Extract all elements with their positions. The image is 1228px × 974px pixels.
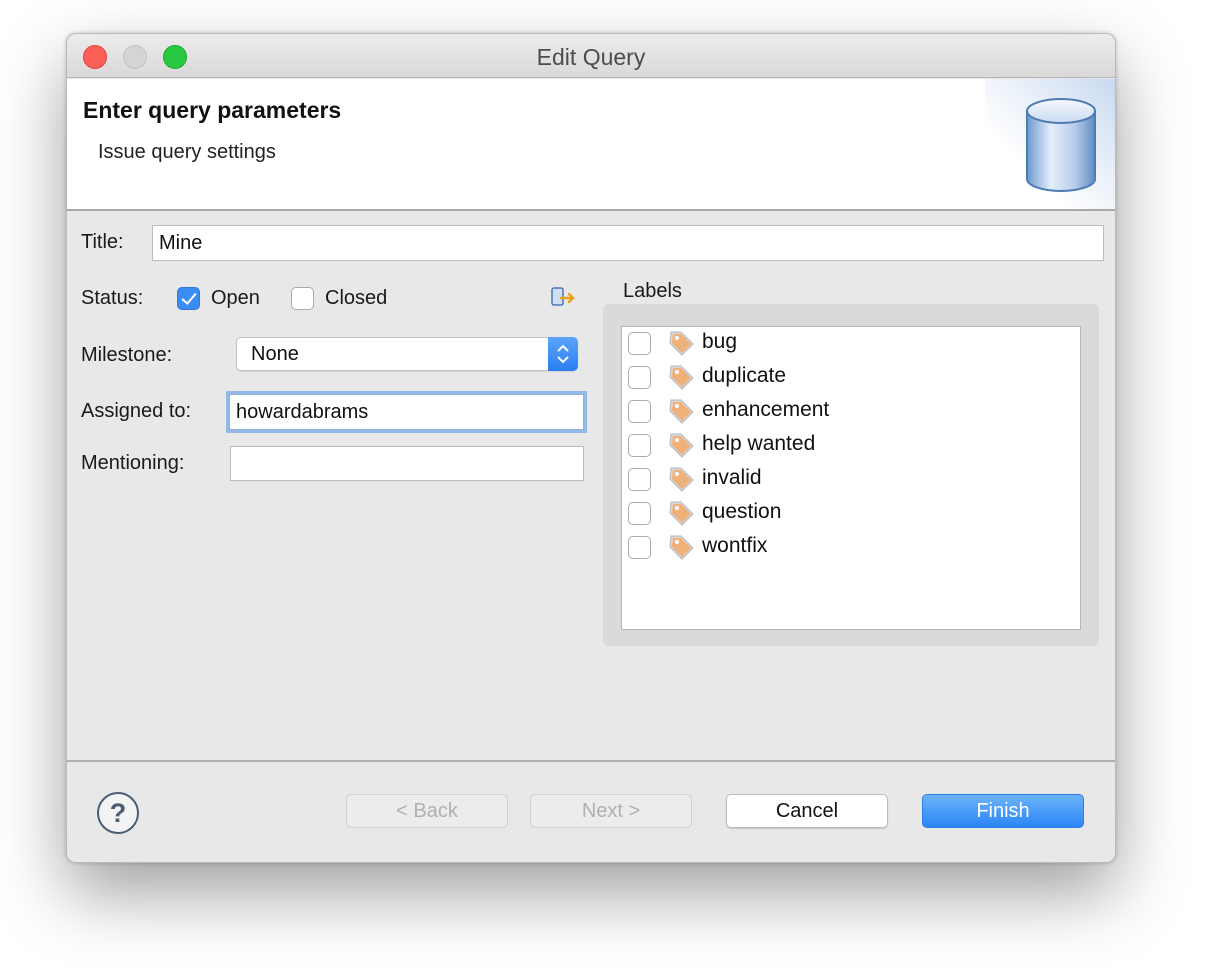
status-open-checkbox[interactable]	[177, 287, 200, 310]
labels-group: bug duplicate enhancement help wanted invali…	[603, 304, 1099, 646]
clear-fields-icon[interactable]	[549, 286, 577, 310]
list-item[interactable]: invalid	[622, 463, 1080, 497]
tag-icon	[669, 331, 694, 356]
dialog-footer: ? < Back Next > Cancel Finish	[67, 760, 1115, 862]
tag-icon	[669, 399, 694, 424]
label-name: invalid	[702, 466, 762, 489]
title-field[interactable]: Mine	[152, 225, 1104, 261]
tag-icon	[669, 365, 694, 390]
status-open-label: Open	[211, 287, 260, 309]
list-item[interactable]: enhancement	[622, 395, 1080, 429]
list-item[interactable]: help wanted	[622, 429, 1080, 463]
wizard-banner: Enter query parameters Issue query setti…	[67, 79, 1115, 211]
label-name: help wanted	[702, 432, 816, 455]
tag-icon	[669, 501, 694, 526]
labels-heading: Labels	[623, 280, 682, 302]
assigned-to-field[interactable]: howardabrams	[229, 394, 584, 430]
mentioning-field[interactable]	[230, 446, 584, 481]
status-label: Status:	[81, 287, 144, 309]
title-label: Title:	[81, 231, 124, 253]
label-checkbox[interactable]	[628, 536, 651, 559]
cancel-button[interactable]: Cancel	[726, 794, 888, 828]
assigned-to-label: Assigned to:	[81, 400, 192, 422]
status-closed-label: Closed	[325, 287, 388, 309]
label-checkbox[interactable]	[628, 332, 651, 355]
banner-art	[985, 79, 1115, 209]
select-arrows-icon	[548, 337, 578, 371]
title-bar[interactable]: Edit Query	[67, 34, 1115, 78]
tag-icon	[669, 433, 694, 458]
finish-button[interactable]: Finish	[922, 794, 1084, 828]
label-checkbox[interactable]	[628, 502, 651, 525]
milestone-value: None	[251, 343, 299, 365]
label-checkbox[interactable]	[628, 366, 651, 389]
list-item[interactable]: duplicate	[622, 361, 1080, 395]
list-item[interactable]: question	[622, 497, 1080, 531]
list-item[interactable]: bug	[622, 327, 1080, 361]
status-closed-checkbox[interactable]	[291, 287, 314, 310]
label-checkbox[interactable]	[628, 434, 651, 457]
label-checkbox[interactable]	[628, 400, 651, 423]
label-name: bug	[702, 330, 738, 353]
tag-icon	[669, 467, 694, 492]
database-icon	[1026, 98, 1096, 192]
label-name: duplicate	[702, 364, 787, 387]
milestone-select[interactable]: None	[236, 337, 578, 371]
next-button: Next >	[530, 794, 692, 828]
label-checkbox[interactable]	[628, 468, 651, 491]
edit-query-dialog: Edit Query Enter query parameters Issue …	[66, 33, 1116, 863]
help-button[interactable]: ?	[97, 792, 139, 834]
banner-subheading: Issue query settings	[98, 141, 276, 163]
label-name: wontfix	[702, 534, 768, 557]
banner-heading: Enter query parameters	[83, 97, 342, 123]
window-title: Edit Query	[536, 44, 646, 70]
list-item[interactable]: wontfix	[622, 531, 1080, 565]
back-button: < Back	[346, 794, 508, 828]
label-name: enhancement	[702, 398, 830, 421]
mentioning-label: Mentioning:	[81, 452, 185, 474]
tag-icon	[669, 535, 694, 560]
milestone-label: Milestone:	[81, 344, 173, 366]
label-name: question	[702, 500, 782, 523]
labels-list[interactable]: bug duplicate enhancement help wanted invali…	[621, 326, 1081, 630]
